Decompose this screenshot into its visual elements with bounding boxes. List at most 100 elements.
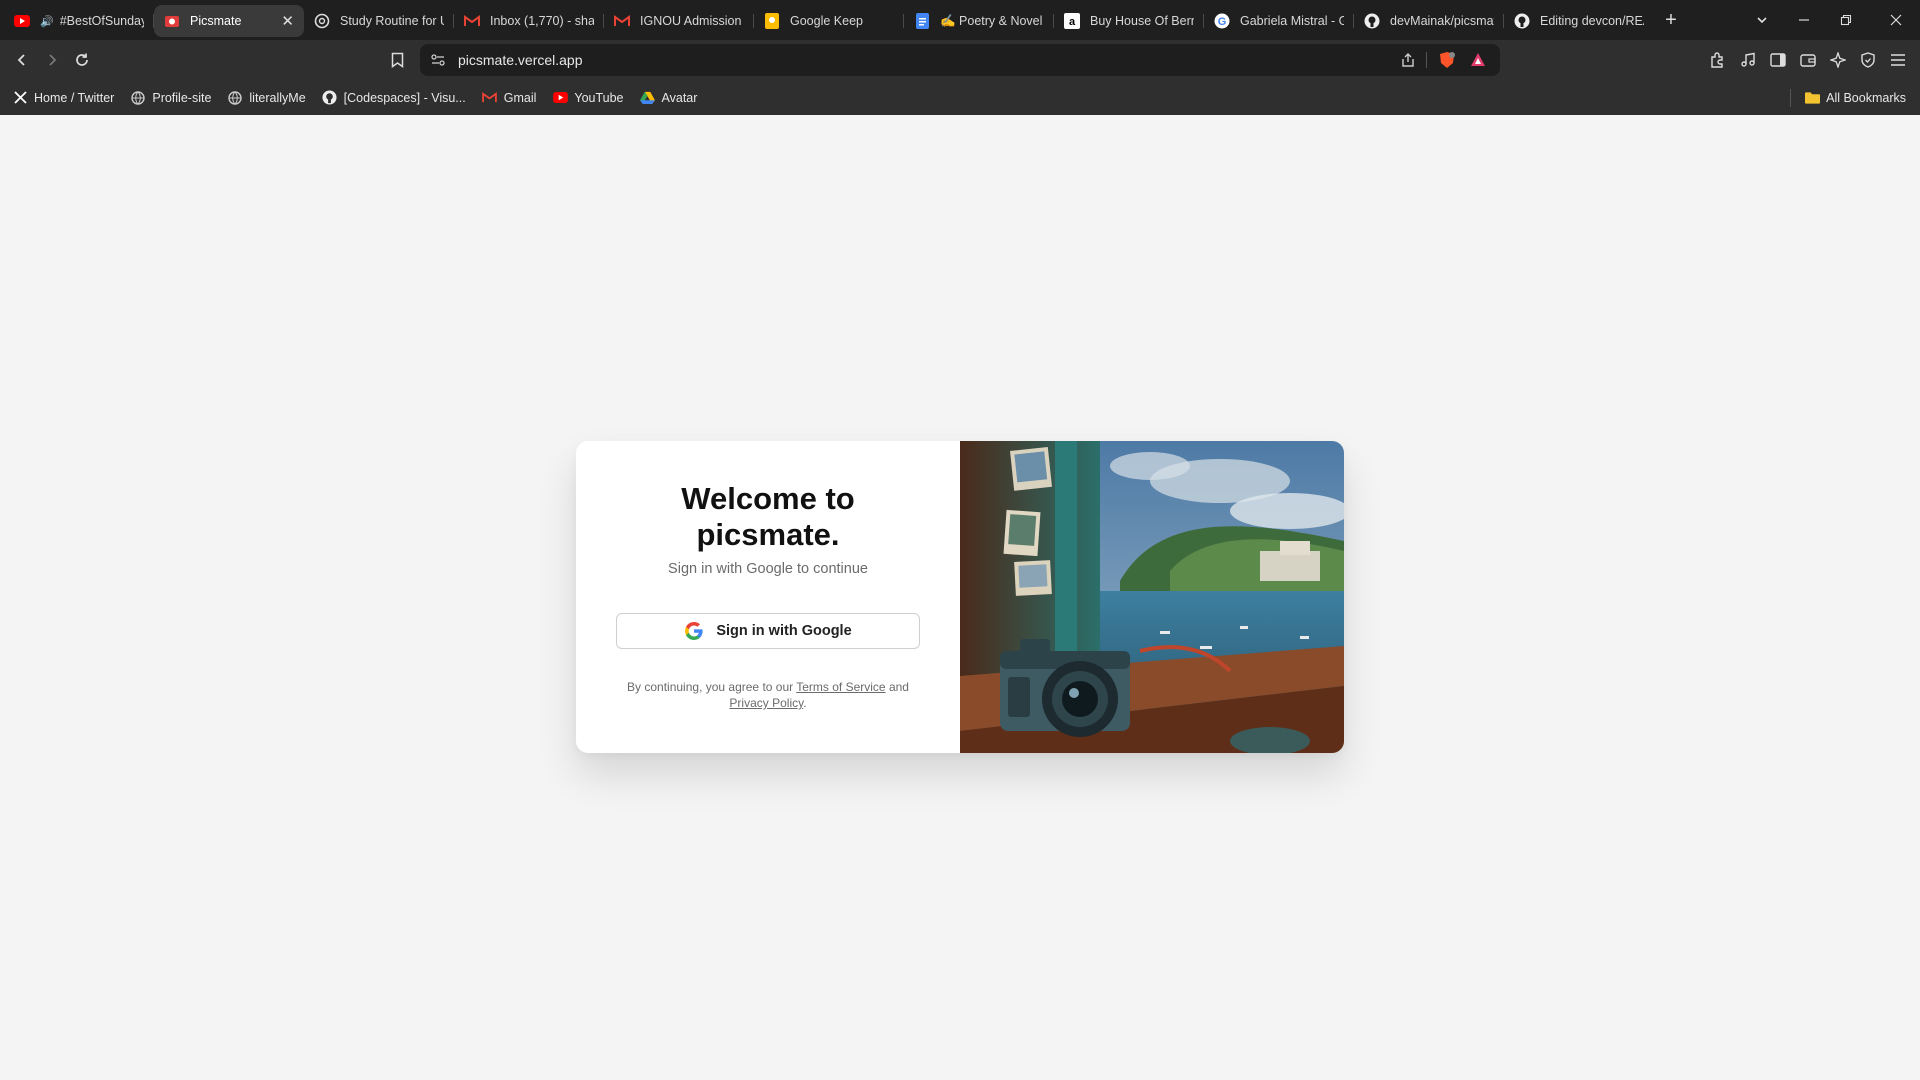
toolbar: picsmate.vercel.app	[0, 40, 1920, 80]
reload-icon[interactable]	[70, 48, 94, 72]
wallet-icon[interactable]	[1798, 50, 1818, 70]
tab-title: #BestOfSunday	[59, 14, 144, 28]
globe-icon	[130, 90, 146, 106]
bookmark-label: YouTube	[574, 90, 624, 105]
tab-title: ✍ Poetry & Novel	[940, 13, 1043, 28]
tab-title: devMainak/picsmat	[1390, 14, 1494, 28]
restore-icon[interactable]	[1840, 0, 1852, 40]
openai-icon	[314, 13, 330, 29]
google-button-label: Sign in with Google	[716, 623, 852, 639]
camera-drawing	[1000, 639, 1130, 737]
camera-illustration	[960, 441, 1344, 753]
back-icon[interactable]	[10, 48, 34, 72]
youtube-icon	[552, 90, 568, 106]
legal-notice: By continuing, you agree to our Terms of…	[606, 679, 930, 711]
page-viewport: Welcome to picsmate. Sign in with Google…	[0, 115, 1920, 1078]
bookmark-avatar[interactable]: Avatar	[640, 90, 698, 106]
tab-inbox[interactable]: Inbox (1,770) - sha	[454, 5, 604, 37]
gmail-icon	[482, 90, 498, 106]
gmail-icon	[464, 13, 480, 29]
share-icon[interactable]	[1400, 52, 1416, 73]
tab-youtube[interactable]: 🔊 #BestOfSunday	[4, 5, 154, 37]
bookmark-label: Avatar	[661, 90, 698, 105]
terms-of-service-link[interactable]: Terms of Service	[796, 680, 885, 694]
page-title: Welcome to picsmate.	[576, 481, 960, 553]
legal-prefix: By continuing, you agree to our	[627, 680, 794, 694]
vpn-shield-icon[interactable]	[1858, 50, 1878, 70]
amazon-icon: a	[1064, 13, 1080, 29]
docs-icon	[914, 13, 930, 29]
privacy-policy-link[interactable]: Privacy Policy	[729, 696, 803, 710]
google-g-icon	[684, 621, 704, 641]
github-icon	[1364, 13, 1380, 29]
bookmarks-bar: Home / Twitter Profile-site literallyMe …	[0, 80, 1920, 115]
minimize-icon[interactable]	[1798, 0, 1810, 40]
tab-poetry[interactable]: ✍ Poetry & Novel	[904, 5, 1054, 37]
leo-ai-icon[interactable]	[1828, 50, 1848, 70]
brave-shields-icon[interactable]	[1438, 51, 1456, 74]
tab-github-picsmate[interactable]: devMainak/picsmat	[1354, 5, 1504, 37]
speaker-icon[interactable]: 🔊	[40, 15, 54, 28]
github-icon	[1514, 13, 1530, 29]
tab-title: Editing devcon/REA	[1540, 14, 1644, 28]
tab-search-icon[interactable]	[1755, 0, 1769, 40]
forward-icon[interactable]	[40, 48, 64, 72]
login-panel: Welcome to picsmate. Sign in with Google…	[576, 441, 960, 753]
tab-study-routine[interactable]: Study Routine for U	[304, 5, 454, 37]
title-line-1: Welcome to	[681, 481, 855, 516]
url-text: picsmate.vercel.app	[458, 52, 583, 68]
tab-amazon[interactable]: a Buy House Of Bern	[1054, 5, 1204, 37]
bookmark-literallyme[interactable]: literallyMe	[227, 90, 306, 106]
legal-and: and	[888, 680, 909, 694]
tab-title: Google Keep	[790, 14, 863, 28]
tab-title: IGNOU Admission (	[640, 14, 744, 28]
bookmark-icon[interactable]	[385, 48, 409, 72]
tab-title: Gabriela Mistral - G	[1240, 14, 1344, 28]
page-subtitle: Sign in with Google to continue	[668, 561, 868, 577]
tab-title: Picsmate	[190, 14, 242, 28]
tab-github-editing[interactable]: Editing devcon/REA	[1504, 5, 1654, 37]
close-tab-icon[interactable]: ✕	[281, 12, 294, 30]
tab-ignou[interactable]: IGNOU Admission (	[604, 5, 754, 37]
new-tab-button[interactable]: +	[1654, 9, 1688, 32]
bookmark-label: Profile-site	[152, 90, 212, 105]
gmail-icon	[614, 13, 630, 29]
tab-google-keep[interactable]: Google Keep	[754, 5, 904, 37]
bookmark-label: Home / Twitter	[34, 90, 115, 105]
picsmate-icon	[164, 13, 180, 29]
tab-strip: 🔊 #BestOfSunday Picsmate ✕ Study Routine…	[0, 0, 1920, 40]
tab-title: Buy House Of Bern	[1090, 14, 1194, 28]
bookmark-label: literallyMe	[249, 90, 306, 105]
keep-icon	[764, 13, 780, 29]
x-icon	[12, 90, 28, 106]
tab-picsmate[interactable]: Picsmate ✕	[154, 5, 304, 37]
bookmark-gmail[interactable]: Gmail	[482, 90, 537, 106]
title-line-2: picsmate.	[696, 517, 840, 552]
bookmark-home-twitter[interactable]: Home / Twitter	[12, 90, 114, 106]
tab-title: Inbox (1,770) - sha	[490, 14, 594, 28]
svg-text:G: G	[1218, 16, 1227, 28]
bookmark-label: Gmail	[503, 90, 537, 105]
tab-gabriela[interactable]: G Gabriela Mistral - G	[1204, 5, 1354, 37]
address-bar[interactable]: picsmate.vercel.app	[420, 44, 1500, 76]
folder-icon	[1805, 91, 1821, 104]
svg-text:a: a	[1069, 16, 1076, 28]
bookmark-youtube[interactable]: YouTube	[552, 90, 624, 106]
extensions-icon[interactable]	[1708, 50, 1728, 70]
menu-icon[interactable]	[1888, 50, 1908, 70]
bookmark-label: [Codespaces] - Visu...	[343, 90, 466, 105]
all-bookmarks-button[interactable]: All Bookmarks	[1790, 80, 1906, 115]
google-icon: G	[1214, 13, 1230, 29]
google-sign-in-button[interactable]: Sign in with Google	[616, 613, 920, 649]
sidebar-icon[interactable]	[1768, 50, 1788, 70]
bookmark-profile-site[interactable]: Profile-site	[130, 90, 211, 106]
youtube-icon	[14, 13, 30, 29]
all-bookmarks-label: All Bookmarks	[1826, 90, 1906, 105]
media-icon[interactable]	[1738, 50, 1758, 70]
login-card: Welcome to picsmate. Sign in with Google…	[576, 441, 1344, 753]
site-settings-icon[interactable]	[430, 52, 446, 73]
brave-rewards-icon[interactable]	[1470, 52, 1486, 73]
bookmark-codespaces[interactable]: [Codespaces] - Visu...	[322, 90, 466, 106]
close-window-icon[interactable]	[1890, 0, 1902, 40]
tab-title: Study Routine for U	[340, 14, 444, 28]
